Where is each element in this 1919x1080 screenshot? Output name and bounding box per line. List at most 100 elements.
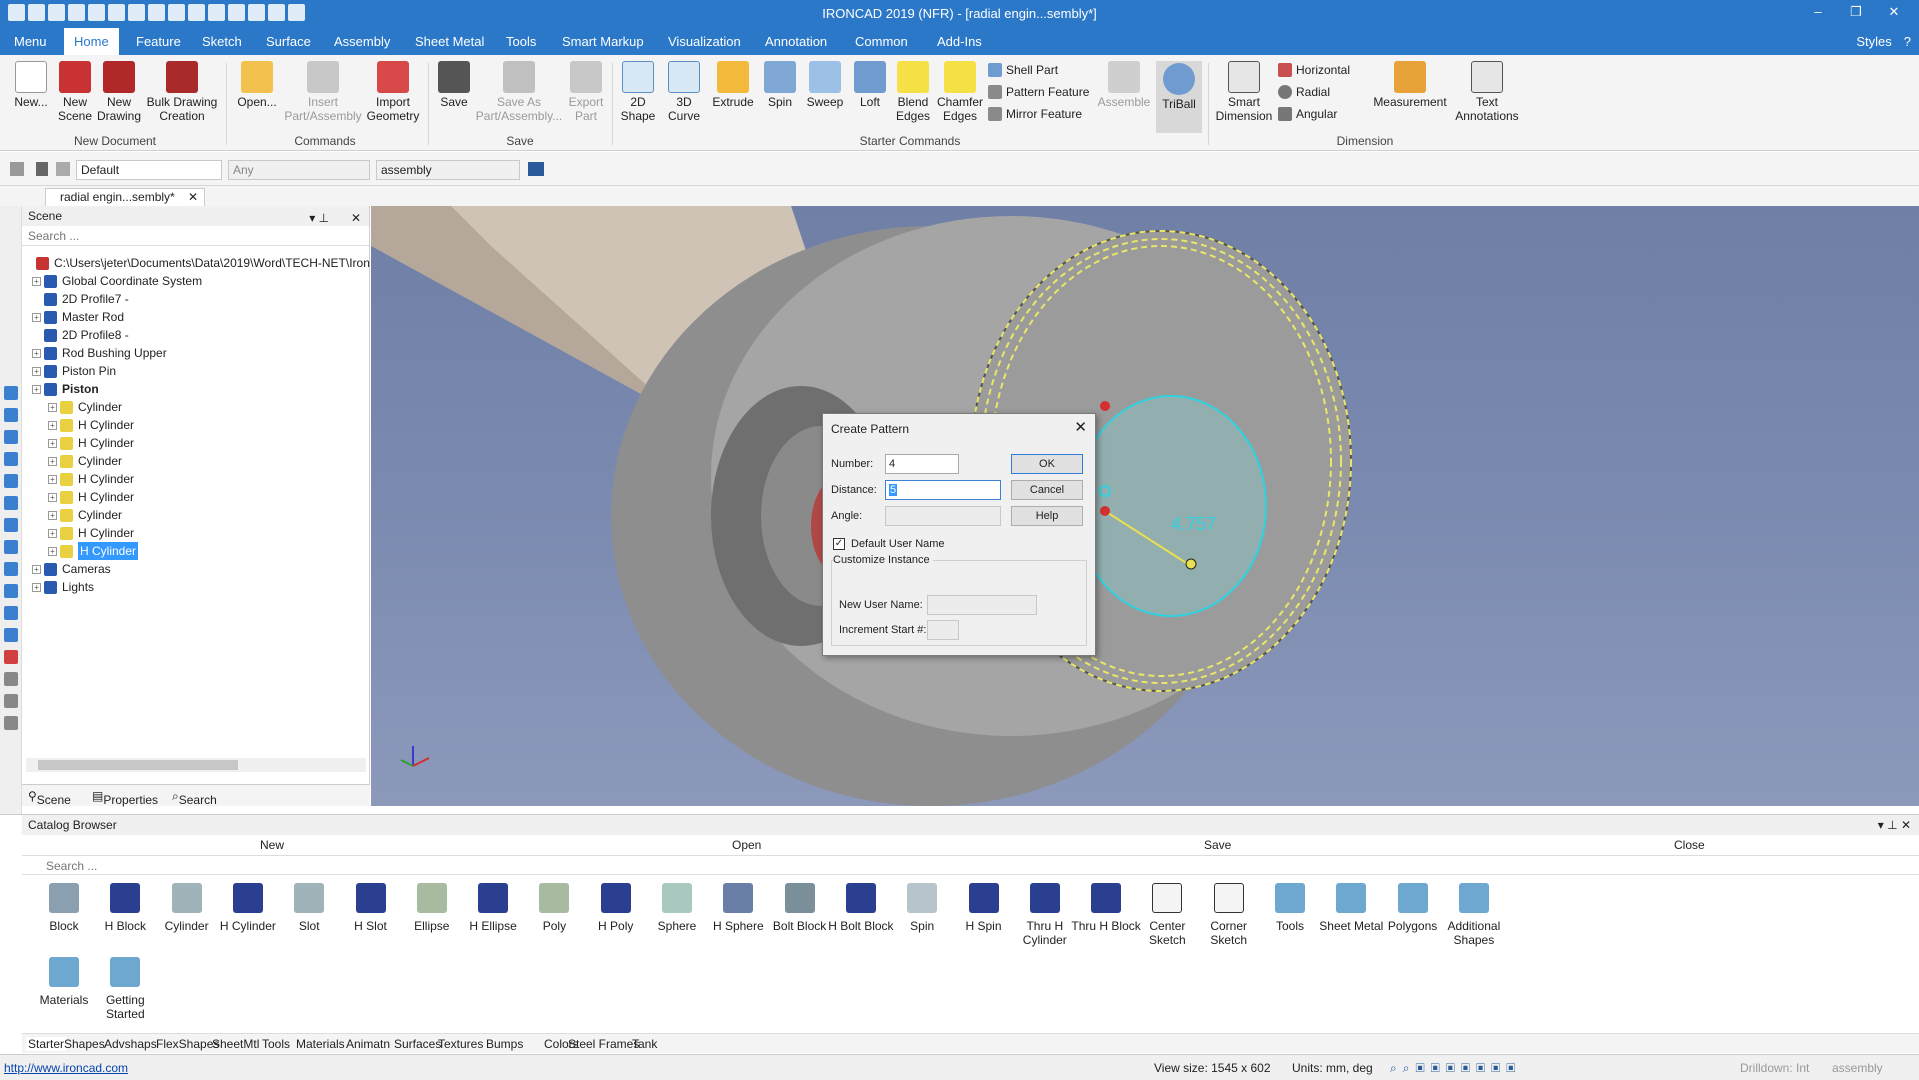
- bulk-drawing-button[interactable]: Bulk Drawing Creation: [144, 61, 220, 123]
- catalog-item[interactable]: Additional Shapes: [1438, 883, 1510, 947]
- line-tool-icon[interactable]: [4, 716, 18, 730]
- catalog-save-button[interactable]: Save: [1204, 838, 1231, 852]
- text-annotations-button[interactable]: Text Annotations: [1452, 61, 1522, 123]
- view-tool-icon[interactable]: [4, 518, 18, 532]
- triball-sphere[interactable]: [1075, 395, 1267, 617]
- pointer-icon[interactable]: [36, 162, 48, 176]
- 3d-curve-button[interactable]: 3D Curve: [664, 61, 704, 123]
- tab-add-ins[interactable]: Add-Ins: [927, 28, 992, 55]
- tree-node[interactable]: C:\Users\jeter\Documents\Data\2019\Word\…: [22, 254, 370, 272]
- new-drawing-button[interactable]: New Drawing: [96, 61, 142, 123]
- 2d-shape-button[interactable]: 2D Shape: [618, 61, 658, 123]
- new-button[interactable]: New...: [6, 61, 56, 109]
- triball-handle-red[interactable]: [1100, 401, 1110, 411]
- catalog-tab[interactable]: Materials: [296, 1037, 345, 1051]
- tree-node[interactable]: + H Cylinder: [22, 470, 370, 488]
- expand-icon[interactable]: +: [48, 421, 57, 430]
- catalog-tab[interactable]: Tank: [632, 1037, 657, 1051]
- catalog-item[interactable]: Getting Started: [89, 957, 161, 1021]
- catalog-tab[interactable]: Textures: [438, 1037, 483, 1051]
- website-link[interactable]: http://www.ironcad.com: [4, 1061, 128, 1075]
- shell-part-button[interactable]: Shell Part: [988, 63, 1058, 77]
- new-user-name-field[interactable]: [927, 595, 1037, 615]
- help-button[interactable]: Help: [1011, 506, 1083, 526]
- tree-node[interactable]: + Rod Bushing Upper: [22, 344, 370, 362]
- section-tool-icon[interactable]: [4, 650, 18, 664]
- expand-icon[interactable]: +: [32, 313, 41, 322]
- expand-icon[interactable]: +: [32, 385, 41, 394]
- catalog-search-input[interactable]: Search ...: [22, 855, 1919, 875]
- filter-select[interactable]: Any: [228, 160, 370, 180]
- catalog-close-button[interactable]: Close: [1674, 838, 1705, 852]
- catalog-tab[interactable]: Bumps: [486, 1037, 523, 1051]
- expand-icon[interactable]: +: [48, 439, 57, 448]
- mode-select-status[interactable]: assembly: [1832, 1061, 1883, 1075]
- 3d-viewport[interactable]: 4.757: [371, 206, 1919, 806]
- view-tool-icon[interactable]: [4, 496, 18, 510]
- filter-icon[interactable]: [56, 162, 70, 176]
- tree-node[interactable]: + Cylinder: [22, 398, 370, 416]
- expand-icon[interactable]: +: [48, 529, 57, 538]
- tree-node[interactable]: + H Cylinder: [22, 416, 370, 434]
- angle-field[interactable]: [885, 506, 1001, 526]
- expand-icon[interactable]: +: [32, 583, 41, 592]
- catalog-tab[interactable]: SheetMtl: [212, 1037, 259, 1051]
- dialog-close-icon[interactable]: ✕: [1074, 418, 1087, 436]
- tab-sketch[interactable]: Sketch: [192, 28, 252, 55]
- scrollbar-thumb[interactable]: [38, 760, 238, 770]
- close-tab-icon[interactable]: ✕: [188, 189, 198, 205]
- view-tool-icon[interactable]: [4, 408, 18, 422]
- expand-icon[interactable]: +: [48, 403, 57, 412]
- tab-surface[interactable]: Surface: [256, 28, 321, 55]
- view-tool-icon[interactable]: [4, 452, 18, 466]
- expand-icon[interactable]: +: [32, 565, 41, 574]
- tab-common[interactable]: Common: [845, 28, 918, 55]
- view-tool-icon[interactable]: [4, 584, 18, 598]
- tree-node[interactable]: + H Cylinder: [22, 524, 370, 542]
- catalog-panel-controls-icon[interactable]: ▾ ⊥ ✕: [1878, 815, 1911, 835]
- open-button[interactable]: Open...: [234, 61, 280, 109]
- radial-dimension-button[interactable]: Radial: [1278, 85, 1330, 99]
- extrude-button[interactable]: Extrude: [710, 61, 756, 109]
- number-field[interactable]: 4: [885, 454, 959, 474]
- tab-assembly[interactable]: Assembly: [324, 28, 400, 55]
- catalog-tab[interactable]: FlexShapes: [156, 1037, 219, 1051]
- sweep-button[interactable]: Sweep: [804, 61, 846, 109]
- view-tool-icon[interactable]: [4, 540, 18, 554]
- catalog-new-button[interactable]: New: [260, 838, 284, 852]
- tab-properties[interactable]: ▤ Properties: [92, 789, 158, 807]
- tree-node[interactable]: + Piston: [22, 380, 370, 398]
- expand-icon[interactable]: +: [32, 349, 41, 358]
- tree-node[interactable]: + Cylinder: [22, 506, 370, 524]
- panel-pin-icon[interactable]: ▾ ⊥: [309, 208, 329, 228]
- tab-sheet-metal[interactable]: Sheet Metal: [405, 28, 494, 55]
- triball-handle-yellow[interactable]: [1185, 558, 1197, 570]
- tree-node[interactable]: + H Cylinder: [22, 434, 370, 452]
- default-user-name-checkbox[interactable]: ✓: [833, 538, 845, 550]
- tree-node[interactable]: + Global Coordinate System: [22, 272, 370, 290]
- tab-home[interactable]: Home: [64, 28, 119, 55]
- pattern-feature-button[interactable]: Pattern Feature: [988, 85, 1089, 99]
- tree-node[interactable]: + Cameras: [22, 560, 370, 578]
- catalog-tab[interactable]: Tools: [262, 1037, 290, 1051]
- help-icon[interactable]: ?: [1904, 28, 1911, 55]
- select-filter-icon[interactable]: [10, 162, 24, 176]
- tree-node[interactable]: + Piston Pin: [22, 362, 370, 380]
- view-tool-icon[interactable]: [4, 562, 18, 576]
- mode-select[interactable]: assembly: [376, 160, 520, 180]
- tab-feature[interactable]: Feature: [126, 28, 191, 55]
- drilldown-select[interactable]: Drilldown: Int: [1740, 1061, 1809, 1075]
- measurement-button[interactable]: Measurement: [1370, 61, 1450, 109]
- styles-menu[interactable]: Styles: [1856, 28, 1891, 55]
- horizontal-dimension-button[interactable]: Horizontal: [1278, 63, 1350, 77]
- tree-node[interactable]: + H Cylinder: [22, 542, 370, 560]
- catalog-tab[interactable]: Animatn: [346, 1037, 390, 1051]
- triball-button[interactable]: TriBall: [1156, 61, 1202, 133]
- expand-icon[interactable]: +: [48, 493, 57, 502]
- blend-edges-button[interactable]: Blend Edges: [892, 61, 934, 123]
- catalog-open-button[interactable]: Open: [732, 838, 761, 852]
- tree-node[interactable]: + Master Rod: [22, 308, 370, 326]
- close-button[interactable]: ✕: [1875, 4, 1913, 20]
- tab-tools[interactable]: Tools: [496, 28, 546, 55]
- view-controls-icon[interactable]: ⌕⌕▣▣▣▣▣▣▣: [1390, 1061, 1521, 1076]
